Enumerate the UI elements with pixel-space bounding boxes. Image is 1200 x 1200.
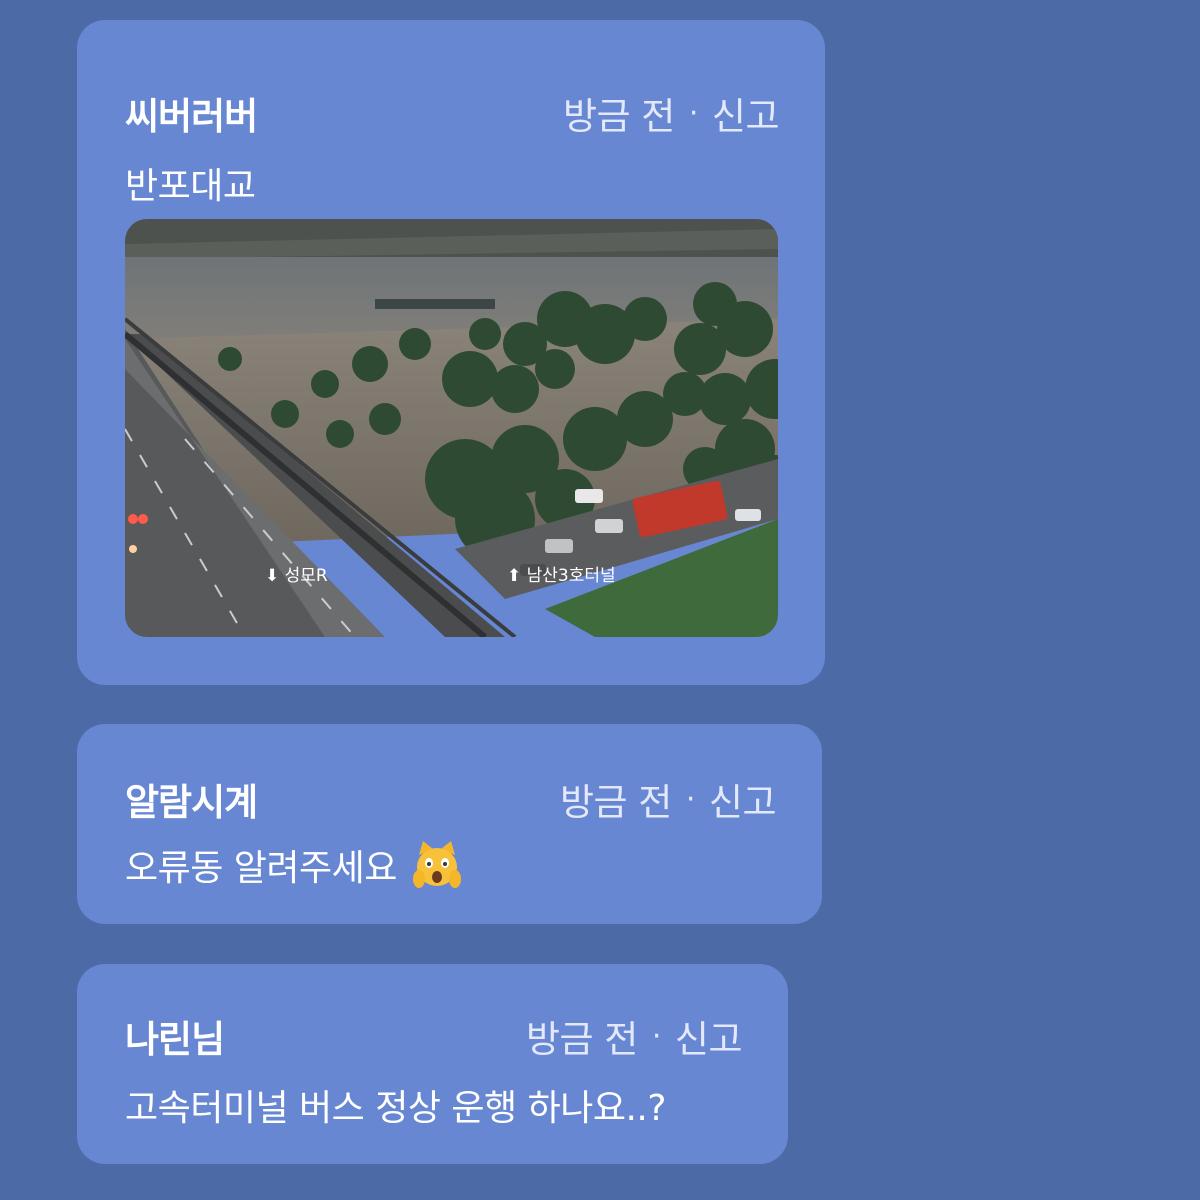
- overlay-right-label: ⬆ 남산3호터널: [507, 566, 616, 586]
- post-message: 오류동 알려주세요: [125, 839, 461, 891]
- post-card: 씨버러버 방금 전 · 신고 반포대교 ⬇ 성모R ⬆ 남산3호터널: [77, 20, 825, 685]
- post-time: 방금 전: [562, 95, 675, 138]
- post-meta: 방금 전 · 신고: [562, 86, 780, 140]
- overlay-left-label: ⬇ 성모R: [265, 566, 328, 586]
- post-time: 방금 전: [525, 1018, 638, 1061]
- post-username[interactable]: 씨버러버: [125, 86, 258, 140]
- report-link[interactable]: 신고: [675, 1009, 743, 1063]
- report-link[interactable]: 신고: [712, 86, 780, 140]
- post-username[interactable]: 알람시계: [125, 772, 258, 826]
- post-message: 반포대교: [125, 166, 256, 207]
- post-message-text: 오류동 알려주세요: [125, 848, 397, 889]
- post-time: 방금 전: [559, 781, 672, 824]
- meta-separator: ·: [688, 95, 699, 131]
- report-link[interactable]: 신고: [709, 772, 777, 826]
- meta-separator: ·: [685, 781, 696, 817]
- post-username[interactable]: 나린님: [125, 1009, 225, 1063]
- flood-photo-icon: ⬇ 성모R ⬆ 남산3호터널: [125, 219, 778, 637]
- post-card: 알람시계 방금 전 · 신고 오류동 알려주세요: [77, 724, 822, 924]
- weary-cat-face-icon: [412, 841, 461, 888]
- post-meta: 방금 전 · 신고: [525, 1009, 743, 1063]
- post-card: 나린님 방금 전 · 신고 고속터미널 버스 정상 운행 하나요..?: [77, 964, 788, 1164]
- post-message: 고속터미널 버스 정상 운행 하나요..?: [125, 1088, 666, 1129]
- post-photo[interactable]: ⬇ 성모R ⬆ 남산3호터널: [125, 219, 778, 637]
- post-meta: 방금 전 · 신고: [559, 772, 777, 826]
- meta-separator: ·: [651, 1018, 662, 1054]
